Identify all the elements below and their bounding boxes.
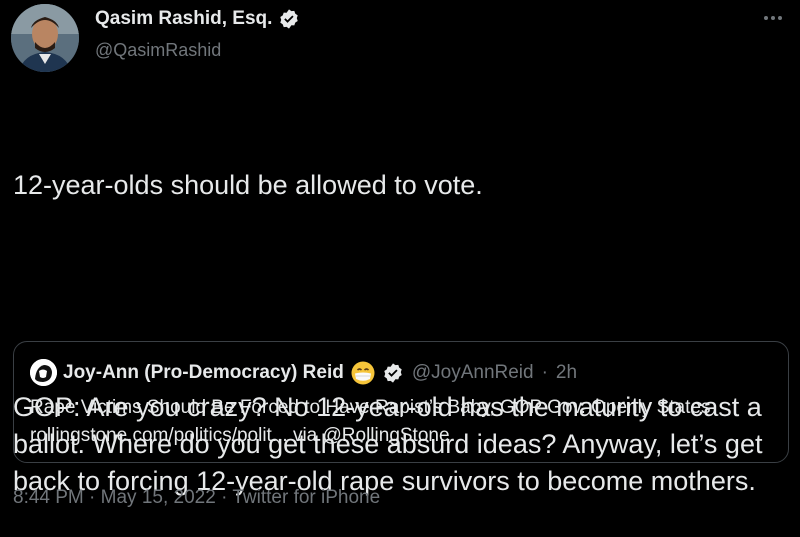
- verified-badge-icon: [278, 8, 300, 30]
- author-name[interactable]: Qasim Rashid, Esq.: [95, 8, 272, 30]
- quoted-author-handle[interactable]: @JoyAnnReid: [412, 362, 534, 384]
- quoted-tweet-card[interactable]: Joy-Ann (Pro-Democracy) Reid @JoyAnnReid…: [13, 341, 789, 463]
- author-avatar[interactable]: [11, 4, 79, 72]
- quoted-author-avatar: [30, 359, 57, 386]
- author-handle[interactable]: @QasimRashid: [95, 40, 221, 61]
- tweet-text: 12-year-olds should be allowed to vote. …: [13, 93, 793, 537]
- tweet-source[interactable]: Twitter for iPhone: [232, 487, 380, 508]
- tweet-metadata: 8:44 PM · May 15, 2022 · Twitter for iPh…: [13, 487, 380, 509]
- verified-badge-icon: [382, 362, 404, 384]
- quoted-tweet-header: Joy-Ann (Pro-Democracy) Reid @JoyAnnReid…: [30, 359, 577, 386]
- quoted-separator: ·: [541, 361, 548, 383]
- tweet-line-1: 12-year-olds should be allowed to vote.: [13, 170, 483, 200]
- author-name-row: Qasim Rashid, Esq.: [95, 8, 300, 30]
- more-options-icon[interactable]: [760, 6, 786, 30]
- meta-separator: ·: [89, 487, 96, 508]
- avatar-photo: [11, 4, 79, 72]
- quoted-text-line-1: Rape Victims Should Be Forced to Have Ra…: [30, 397, 711, 418]
- tweet-time[interactable]: 8:44 PM: [13, 487, 84, 508]
- quoted-tweet-text: Rape Victims Should Be Forced to Have Ra…: [30, 394, 780, 450]
- quoted-time[interactable]: 2h: [556, 362, 577, 384]
- quoted-author-name[interactable]: Joy-Ann (Pro-Democracy) Reid: [63, 362, 344, 384]
- quoted-text-line-2[interactable]: rollingstone.com/politics/polit... via @…: [30, 422, 780, 450]
- meta-separator: ·: [221, 487, 228, 508]
- tweet-date[interactable]: May 15, 2022: [101, 487, 216, 508]
- mask-face-emoji-icon: [350, 360, 376, 386]
